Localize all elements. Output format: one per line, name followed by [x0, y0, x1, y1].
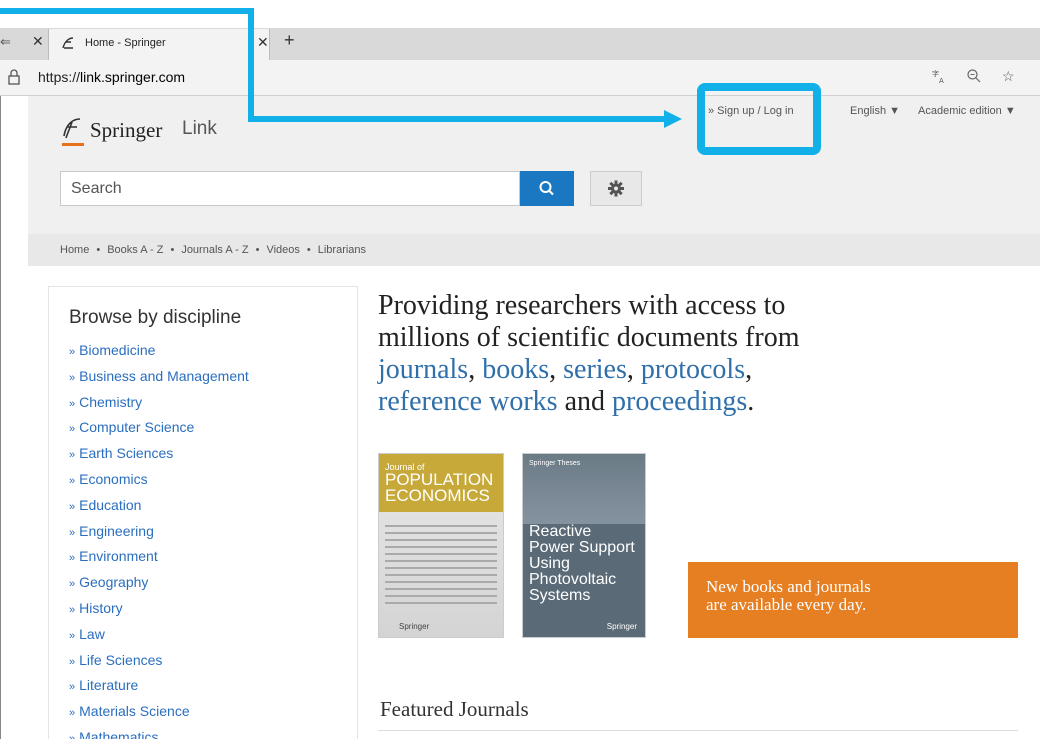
journal-cover-population-economics[interactable]: Journal of POPULATION ECONOMICS Springer: [378, 453, 504, 638]
close-icon[interactable]: ✕: [257, 34, 269, 51]
book-cover-reactive-power[interactable]: Springer Theses Reactive Power Support U…: [522, 453, 646, 638]
tab-list-icon[interactable]: ⇐: [0, 34, 11, 50]
url-text[interactable]: https://link.springer.com: [38, 69, 185, 85]
logo-springer: Springer: [90, 118, 163, 142]
books-link[interactable]: books: [482, 354, 549, 385]
proceedings-link[interactable]: proceedings: [612, 386, 747, 417]
discipline-link[interactable]: » Environment: [69, 548, 249, 574]
featured-journals-heading: Featured Journals: [380, 697, 529, 721]
annotation-arrow-line: [0, 8, 254, 14]
edition-selector[interactable]: Academic edition ▼: [918, 105, 1016, 117]
discipline-link[interactable]: » Computer Science: [69, 419, 249, 445]
springer-favicon-icon: [61, 36, 75, 53]
cover-text-lines: [379, 512, 503, 617]
browser-tab-bar: ⇐ ✕ Home - Springer ✕ +: [0, 28, 1040, 60]
discipline-link[interactable]: » Education: [69, 497, 249, 523]
nav-bar: Home • Books A - Z • Journals A - Z • Vi…: [28, 234, 1040, 266]
discipline-link[interactable]: » Economics: [69, 471, 249, 497]
discipline-link[interactable]: » Law: [69, 626, 249, 652]
discipline-link[interactable]: » Engineering: [69, 523, 249, 549]
search-icon: [539, 181, 554, 196]
annotation-arrowhead: [664, 110, 682, 128]
address-bar[interactable]: https://link.springer.com 字A ☆: [0, 60, 1040, 96]
discipline-link[interactable]: » Business and Management: [69, 368, 249, 394]
window-border: [0, 96, 1, 739]
hero-text: Providing researchers with access to mil…: [378, 290, 800, 417]
discipline-link[interactable]: » Life Sciences: [69, 652, 249, 678]
tab-title: Home - Springer: [85, 37, 166, 49]
series-link[interactable]: series: [563, 354, 627, 385]
nav-journals-az[interactable]: Journals A - Z: [181, 244, 248, 256]
logo-link: Link: [182, 118, 217, 139]
annotation-arrow-line: [248, 116, 668, 122]
discipline-link[interactable]: » Biomedicine: [69, 342, 249, 368]
nav-books-az[interactable]: Books A - Z: [107, 244, 163, 256]
reference-works-link[interactable]: reference works: [378, 386, 558, 417]
language-selector[interactable]: English ▼: [850, 105, 900, 117]
discipline-link[interactable]: » Geography: [69, 574, 249, 600]
nav-home[interactable]: Home: [60, 244, 89, 256]
translate-icon[interactable]: 字A: [932, 68, 948, 87]
annotation-highlight-box: [697, 83, 821, 155]
nav-links: Home • Books A - Z • Journals A - Z • Vi…: [60, 244, 367, 256]
browser-tab-active[interactable]: Home - Springer ✕: [48, 29, 270, 60]
discipline-link[interactable]: » Materials Science: [69, 703, 249, 729]
settings-button[interactable]: [590, 171, 642, 206]
gear-icon: [608, 180, 624, 197]
search-button[interactable]: [520, 171, 574, 206]
annotation-arrow-line: [248, 8, 254, 121]
new-books-promo-banner[interactable]: New books and journals are available eve…: [688, 562, 1018, 638]
zoom-icon[interactable]: [966, 68, 982, 87]
divider: [378, 730, 1018, 731]
discipline-link[interactable]: » Chemistry: [69, 394, 249, 420]
discipline-link[interactable]: » Literature: [69, 677, 249, 703]
sidebar-title: Browse by discipline: [69, 307, 242, 328]
protocols-link[interactable]: protocols: [641, 354, 745, 385]
lock-icon: [8, 69, 20, 90]
svg-text:字: 字: [932, 69, 939, 78]
search-input[interactable]: [61, 172, 519, 205]
new-tab-icon[interactable]: +: [284, 30, 295, 51]
nav-videos[interactable]: Videos: [266, 244, 299, 256]
search-box: [60, 171, 520, 206]
logo-underline: [62, 143, 84, 146]
favorite-star-icon[interactable]: ☆: [1002, 68, 1015, 85]
discipline-link[interactable]: » History: [69, 600, 249, 626]
journals-link[interactable]: journals: [378, 354, 468, 385]
browse-by-discipline-panel: Browse by discipline » Biomedicine » Busin…: [48, 286, 358, 739]
nav-librarians[interactable]: Librarians: [318, 244, 366, 256]
discipline-link[interactable]: » Earth Sciences: [69, 445, 249, 471]
discipline-link[interactable]: » Mathematics: [69, 729, 249, 739]
close-icon[interactable]: ✕: [32, 33, 44, 50]
discipline-list: » Biomedicine » Business and Management » C…: [69, 342, 249, 739]
svg-text:A: A: [939, 77, 944, 84]
